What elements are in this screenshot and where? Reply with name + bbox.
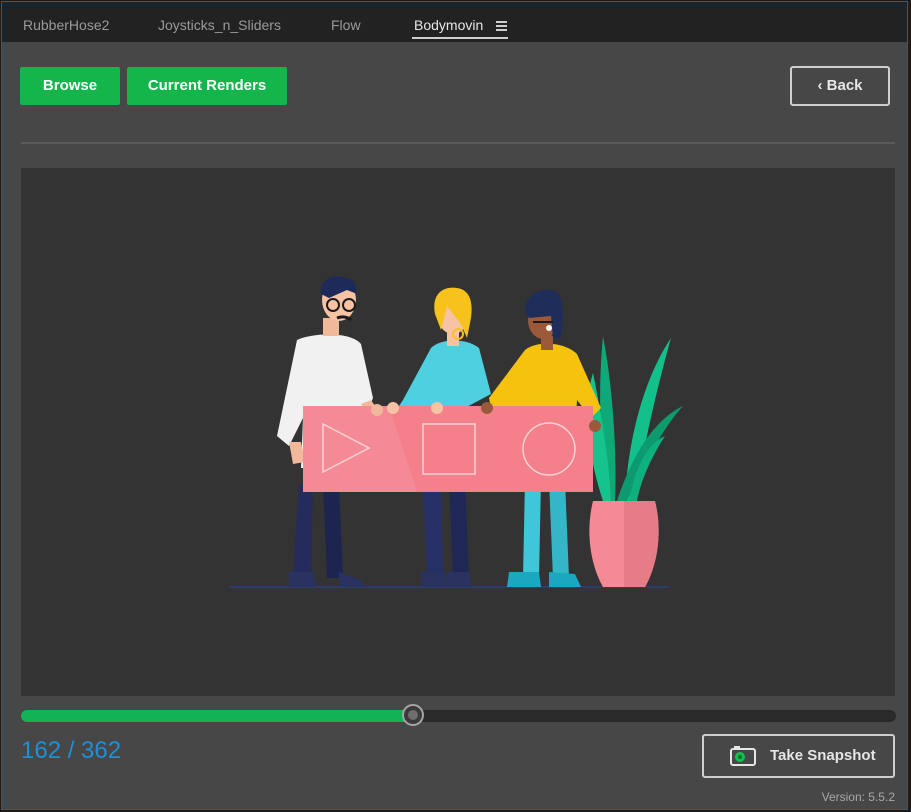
version-label: Version: 5.5.2 bbox=[821, 790, 895, 804]
timeline-slider[interactable] bbox=[21, 704, 896, 726]
animation-preview bbox=[21, 168, 895, 696]
take-snapshot-button[interactable]: Take Snapshot bbox=[702, 734, 895, 778]
header-divider bbox=[21, 142, 895, 144]
media-banner-icon bbox=[303, 406, 593, 492]
extension-panel: RubberHose2 Joysticks_n_Sliders Flow Bod… bbox=[1, 1, 908, 810]
frame-counter: 162 / 362 bbox=[21, 737, 122, 764]
camera-icon bbox=[730, 746, 756, 766]
tab-flow[interactable]: Flow bbox=[331, 2, 361, 40]
browse-button[interactable]: Browse bbox=[20, 67, 120, 105]
potted-plant-icon bbox=[587, 336, 683, 587]
panel-tab-bar: RubberHose2 Joysticks_n_Sliders Flow Bod… bbox=[2, 2, 907, 42]
timeline-progress bbox=[21, 710, 413, 722]
timeline-scrubber-handle[interactable] bbox=[402, 704, 424, 726]
tab-rubberhose2[interactable]: RubberHose2 bbox=[23, 2, 109, 40]
back-button[interactable]: ‹ Back bbox=[790, 66, 890, 106]
people-holding-banner-illustration bbox=[229, 276, 683, 588]
tab-joysticks-n-sliders[interactable]: Joysticks_n_Sliders bbox=[158, 2, 281, 40]
current-renders-button[interactable]: Current Renders bbox=[127, 67, 287, 105]
take-snapshot-label: Take Snapshot bbox=[770, 747, 876, 764]
active-tab-indicator bbox=[412, 37, 508, 39]
panel-menu-icon[interactable] bbox=[496, 21, 507, 31]
tab-bodymovin[interactable]: Bodymovin bbox=[414, 2, 483, 40]
